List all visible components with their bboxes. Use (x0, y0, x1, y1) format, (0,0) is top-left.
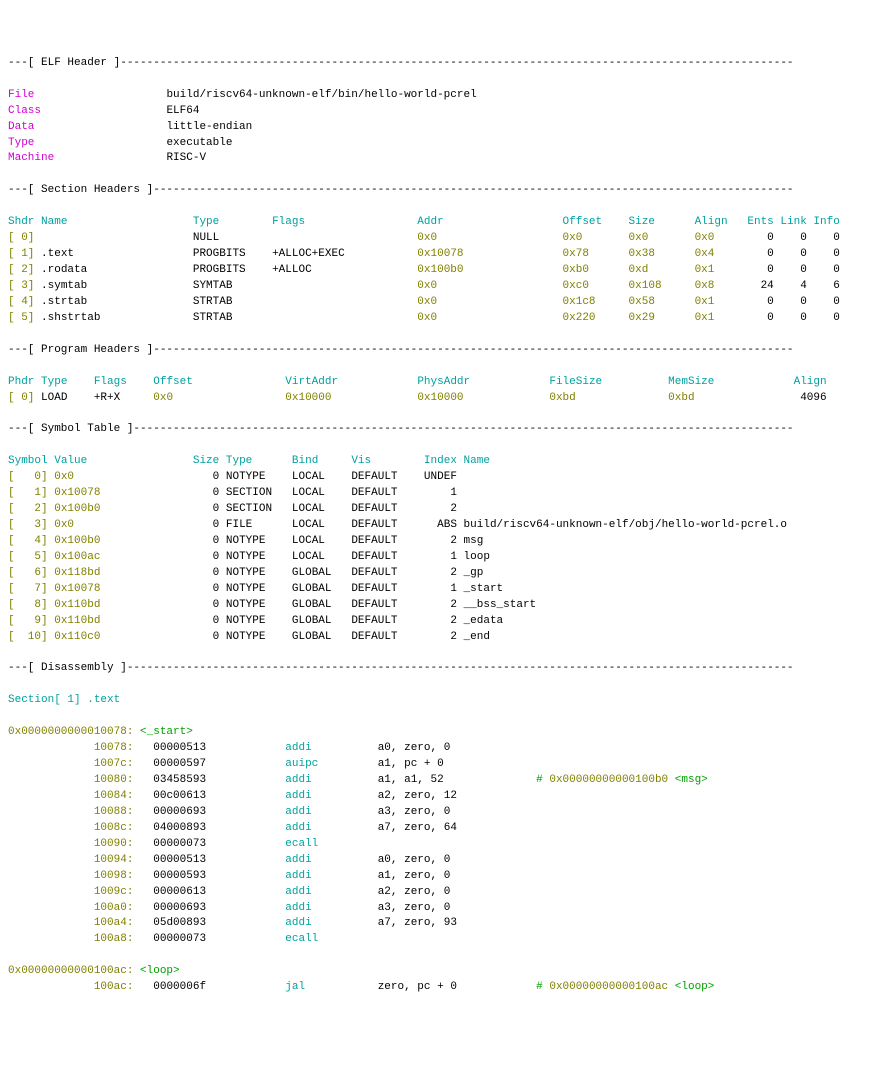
elf-dump: ---[ ELF Header ]-----------------------… (8, 56, 861, 1012)
